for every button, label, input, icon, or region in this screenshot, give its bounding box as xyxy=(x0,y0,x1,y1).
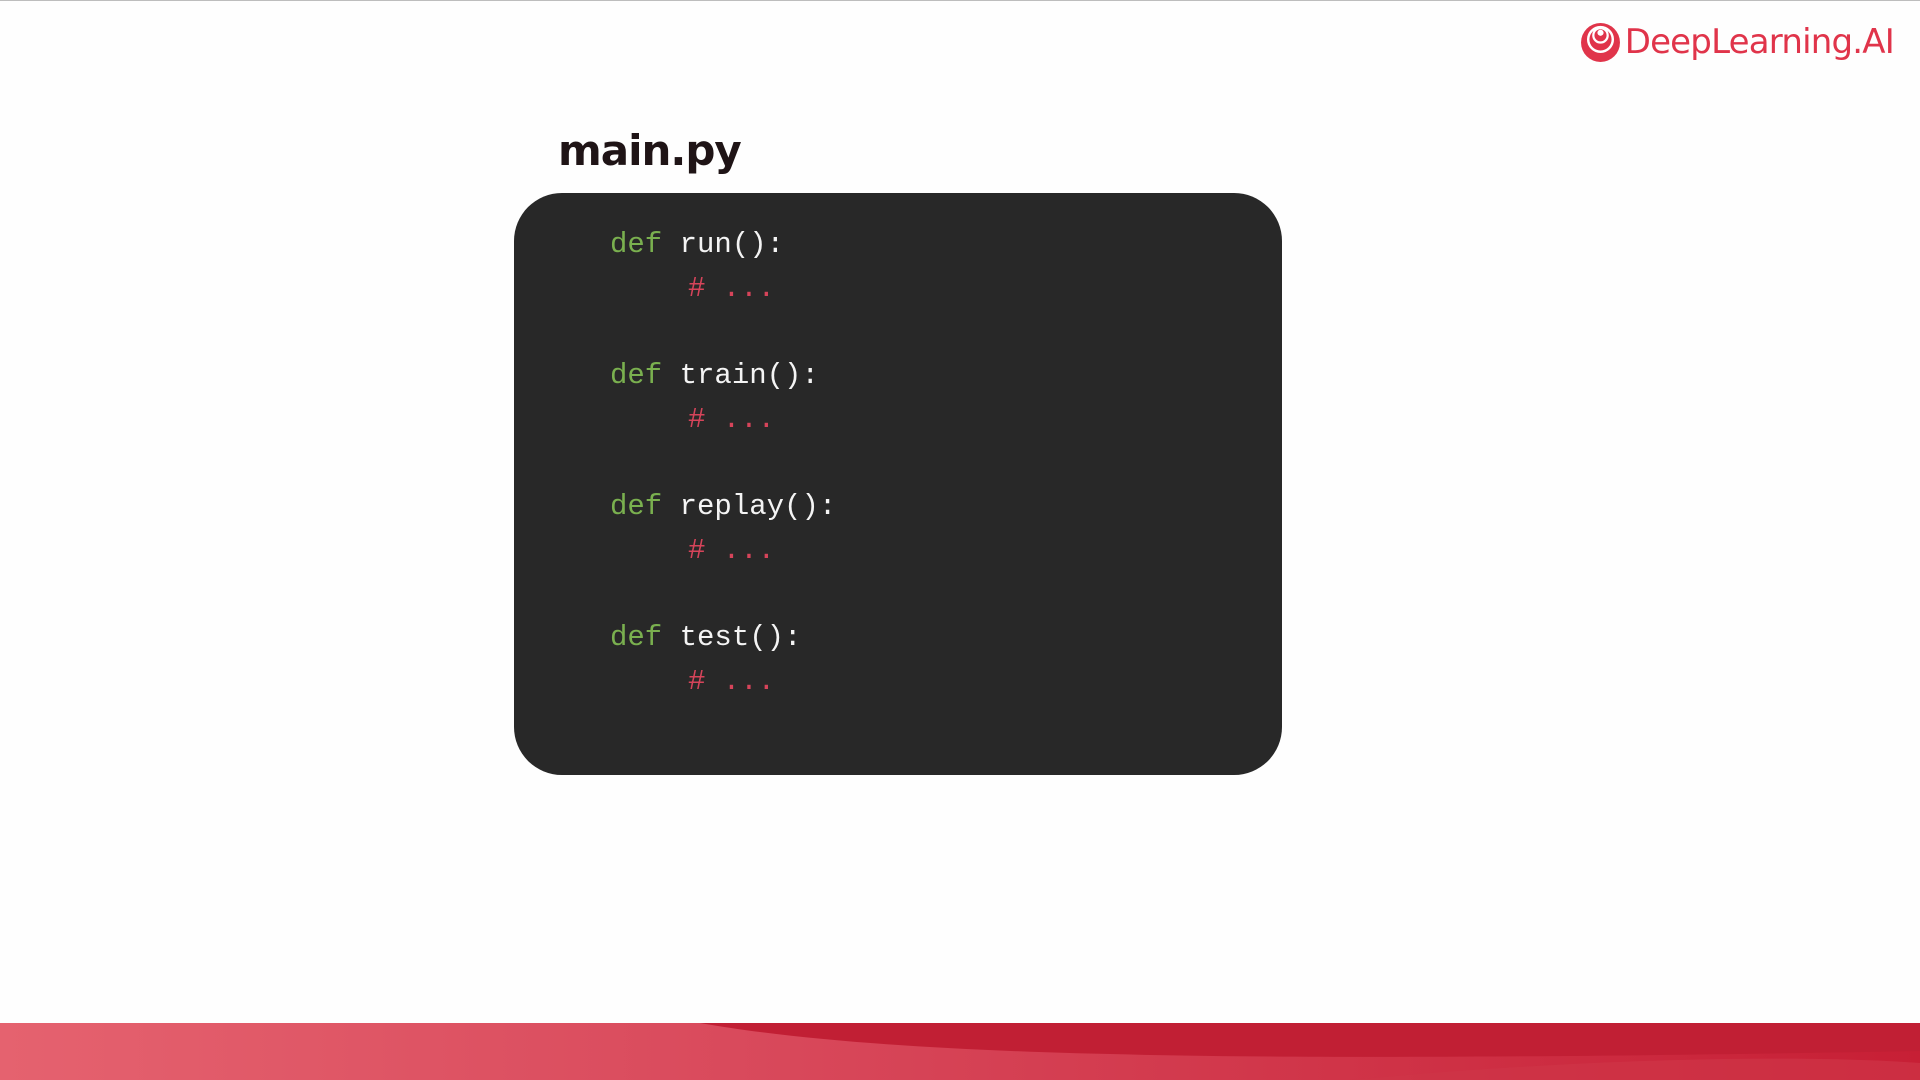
function-signature: test(): xyxy=(679,621,802,654)
code-line-comment: # ... xyxy=(610,660,1282,704)
code-line-def: def run(): xyxy=(610,223,1282,267)
slide: DeepLearning.AI main.py def run(): # ...… xyxy=(0,0,1920,1080)
code-comment: # ... xyxy=(688,403,776,436)
keyword: def xyxy=(610,228,663,261)
code-block-run: def run(): # ... xyxy=(610,223,1282,311)
deeplearning-ai-logo-icon xyxy=(1580,22,1620,62)
code-line-def: def train(): xyxy=(610,354,1282,398)
code-line-comment: # ... xyxy=(610,267,1282,311)
keyword: def xyxy=(610,621,663,654)
code-comment: # ... xyxy=(688,534,776,567)
function-signature: replay(): xyxy=(679,490,837,523)
code-line-comment: # ... xyxy=(610,529,1282,573)
code-block-replay: def replay(): # ... xyxy=(610,485,1282,573)
function-signature: run(): xyxy=(679,228,785,261)
file-title: main.py xyxy=(558,126,742,175)
code-comment: # ... xyxy=(688,272,776,305)
code-line-comment: # ... xyxy=(610,398,1282,442)
brand-name: DeepLearning.AI xyxy=(1624,22,1895,62)
top-divider xyxy=(0,0,1920,1)
code-panel: def run(): # ... def train(): # ... def … xyxy=(514,193,1282,775)
code-block-train: def train(): # ... xyxy=(610,354,1282,442)
footer-wave-band xyxy=(0,1023,1920,1080)
keyword: def xyxy=(610,359,663,392)
brand-logo: DeepLearning.AI xyxy=(1580,20,1895,64)
code-line-def: def test(): xyxy=(610,616,1282,660)
code-block-test: def test(): # ... xyxy=(610,616,1282,704)
function-signature: train(): xyxy=(679,359,819,392)
keyword: def xyxy=(610,490,663,523)
code-comment: # ... xyxy=(688,665,776,698)
code-line-def: def replay(): xyxy=(610,485,1282,529)
